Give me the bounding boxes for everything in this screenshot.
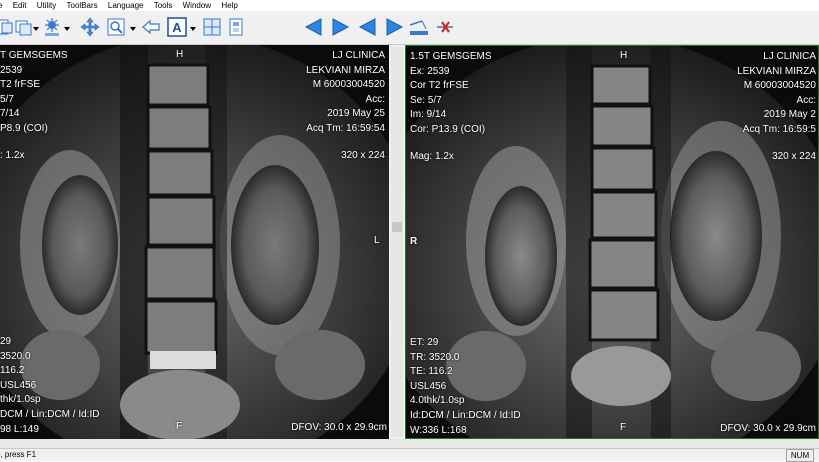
- grid-layout-icon[interactable]: [202, 17, 222, 37]
- right-overlay-bottom-left: ET: 29 TR: 3520.0 TE: 116.2 USL456 4.0th…: [410, 336, 521, 438]
- chevron-down-icon[interactable]: [33, 17, 39, 37]
- triangle-left-icon[interactable]: [358, 17, 378, 37]
- menu-tools[interactable]: Tools: [154, 0, 173, 11]
- annotation-text-icon[interactable]: A: [167, 17, 187, 37]
- right-overlay-mag: Mag: 1.2x: [410, 151, 454, 162]
- left-overlay-line: 3520.0: [0, 350, 31, 362]
- menu-help[interactable]: Help: [221, 0, 237, 11]
- menu-file[interactable]: e: [0, 0, 2, 11]
- arrow-left-outline-icon[interactable]: [141, 17, 161, 37]
- right-overlay-line: LEKVIANI MIRZA: [737, 65, 816, 77]
- triangle-right-icon[interactable]: [384, 17, 404, 37]
- svg-text:A: A: [172, 20, 182, 35]
- right-overlay-line: Cor: P13.9 (COI): [410, 123, 486, 135]
- right-overlay-dfov: DFOV: 30.0 x 29.9cm: [720, 423, 816, 434]
- scissors-icon[interactable]: [434, 17, 456, 37]
- horizontal-scrollbar[interactable]: [0, 439, 819, 448]
- left-overlay-line: T GEMSGEMS: [0, 50, 68, 61]
- left-overlay-line: P8.9 (COI): [0, 122, 48, 134]
- toolbar: A: [0, 11, 819, 45]
- left-overlay-line: Acq Tm: 16:59:54: [306, 122, 385, 134]
- left-overlay-line: 2019 May 25: [327, 108, 385, 120]
- menu-utility[interactable]: Utility: [37, 0, 57, 11]
- right-image-viewport[interactable]: 1.5T GEMSGEMS Ex: 2539 Cor T2 frFSE Se: …: [405, 45, 819, 439]
- left-overlay-line: 98 L:149: [0, 423, 39, 435]
- chevron-down-icon[interactable]: [130, 17, 136, 37]
- left-overlay-top-left: T GEMSGEMS 2539 T2 frFSE 5/7 7/14 P8.9 (…: [0, 49, 68, 137]
- right-overlay-matrix: 320 x 224: [772, 151, 816, 162]
- left-overlay-line: USL456: [0, 379, 37, 391]
- left-overlay-line: DCM / Lin:DCM / Id:ID: [0, 408, 100, 420]
- left-overlay-line: 116.2: [0, 365, 25, 377]
- zoom-icon[interactable]: [106, 17, 128, 37]
- right-overlay-line: 2019 May 2: [763, 109, 816, 121]
- right-overlay-line: Acq Tm: 16:59:5: [742, 123, 816, 135]
- triangle-left-icon[interactable]: [304, 17, 324, 37]
- left-overlay-line: 7/14: [0, 108, 20, 120]
- left-overlay-line: thk/1.0sp: [0, 394, 41, 406]
- right-overlay-line: 4.0thk/1.0sp: [410, 395, 465, 407]
- left-overlay-line: LEKVIANI MIRZA: [306, 64, 385, 76]
- right-overlay-line: W:336 L:168: [410, 424, 467, 436]
- right-overlay-line: Acc:: [796, 94, 816, 106]
- scan-line-icon[interactable]: [408, 17, 430, 37]
- right-overlay-line: LJ CLINICA: [763, 51, 816, 62]
- right-overlay-top-left: 1.5T GEMSGEMS Ex: 2539 Cor T2 frFSE Se: …: [410, 50, 492, 138]
- right-overlay-line: Se: 5/7: [410, 94, 442, 106]
- menu-language[interactable]: Language: [108, 0, 144, 11]
- triangle-right-icon[interactable]: [330, 17, 350, 37]
- left-overlay-dfov: DFOV: 30.0 x 29.9cm: [291, 422, 387, 433]
- right-overlay-line: 1.5T GEMSGEMS: [410, 51, 492, 62]
- status-text: p, press F1: [0, 450, 37, 459]
- left-overlay-bottom-left: 29 3520.0 116.2 USL456 thk/1.0sp DCM / L…: [0, 335, 99, 437]
- right-overlay-line: Id:DCM / Lin:DCM / Id:ID: [410, 409, 521, 421]
- left-overlay-mag: : 1.2x: [0, 150, 25, 161]
- left-overlay-line: M 60003004520: [312, 79, 385, 91]
- left-orientation-right: L: [374, 235, 380, 246]
- right-overlay-line: Im: 9/14: [410, 109, 447, 121]
- left-overlay-line: 5/7: [0, 93, 14, 105]
- right-overlay-line: TR: 3520.0: [410, 351, 460, 363]
- move-icon[interactable]: [80, 17, 100, 37]
- menu-bar: e Edit Utility ToolBars Language Tools W…: [0, 0, 819, 11]
- right-overlay-line: USL456: [410, 380, 447, 392]
- menu-toolbars[interactable]: ToolBars: [67, 0, 98, 11]
- menu-window[interactable]: Window: [183, 0, 211, 11]
- left-overlay-line: T2 frFSE: [0, 79, 41, 91]
- right-overlay-line: M 60003004520: [743, 80, 816, 92]
- left-image-viewport[interactable]: T GEMSGEMS 2539 T2 frFSE 5/7 7/14 P8.9 (…: [0, 45, 389, 439]
- menu-edit[interactable]: Edit: [13, 0, 27, 11]
- left-orientation-top: H: [176, 49, 184, 60]
- chevron-down-icon[interactable]: [64, 17, 70, 37]
- left-overlay-line: 2539: [0, 64, 23, 76]
- right-overlay-line: TE: 116.2: [410, 366, 453, 378]
- vertical-scrollbar[interactable]: [391, 47, 403, 437]
- num-lock-indicator: NUM: [786, 449, 814, 462]
- sun-window-icon[interactable]: [41, 17, 63, 37]
- status-bar: p, press F1 NUM: [0, 448, 819, 462]
- left-overlay-matrix: 320 x 224: [341, 150, 385, 161]
- right-orientation-left: R: [410, 236, 418, 247]
- right-orientation-top: H: [620, 50, 628, 61]
- stack-icon[interactable]: [14, 17, 34, 37]
- page-icon[interactable]: [228, 17, 244, 37]
- left-overlay-line: Acc:: [365, 93, 385, 105]
- left-overlay-line: LJ CLINICA: [332, 50, 385, 61]
- right-overlay-line: Ex: 2539: [410, 65, 450, 77]
- left-overlay-line: 29: [0, 336, 12, 347]
- right-overlay-top-right: LJ CLINICA LEKVIANI MIRZA M 60003004520 …: [737, 50, 816, 138]
- left-overlay-top-right: LJ CLINICA LEKVIANI MIRZA M 60003004520 …: [306, 49, 385, 137]
- scrollbar-thumb[interactable]: [392, 222, 402, 232]
- left-orientation-bottom: F: [176, 421, 183, 432]
- right-overlay-line: ET: 29: [410, 337, 439, 348]
- chevron-down-icon[interactable]: [190, 17, 196, 37]
- right-orientation-bottom: F: [620, 422, 627, 433]
- right-overlay-line: Cor T2 frFSE: [410, 80, 469, 92]
